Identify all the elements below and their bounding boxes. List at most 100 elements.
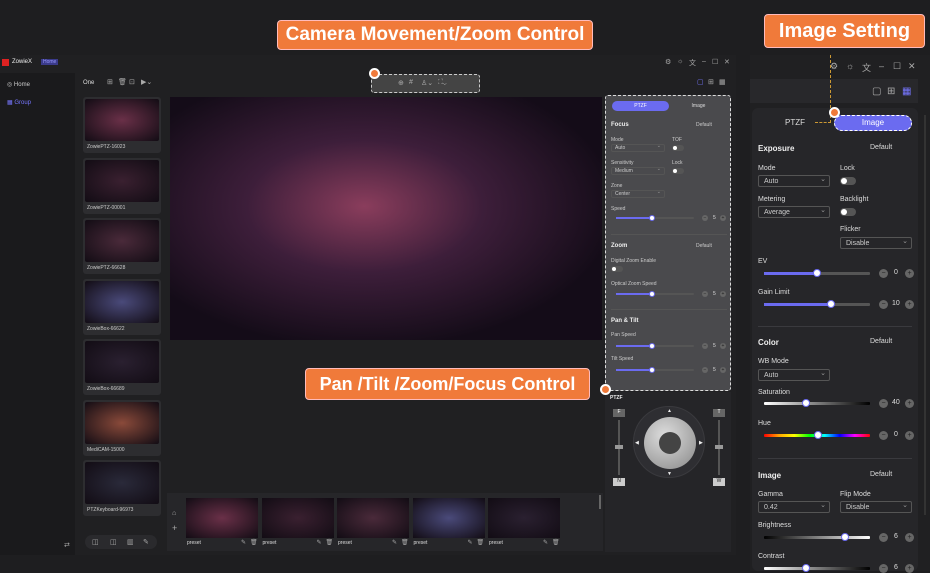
view-select[interactable]: One — [83, 80, 94, 86]
collapse-icon[interactable]: ⇄ — [64, 541, 70, 549]
add-preset-icon[interactable]: + — [172, 523, 177, 533]
brightness-icon[interactable]: ☼ — [677, 58, 683, 65]
layout-nine-icon[interactable]: ▦ — [719, 78, 726, 86]
maximize-icon[interactable]: ☐ — [712, 58, 718, 66]
exposure-mode-select[interactable]: Auto — [758, 174, 830, 187]
zoom-preset[interactable]: Default — [696, 243, 712, 249]
zoom-icon[interactable]: ⊕ — [398, 79, 404, 87]
minus-icon[interactable]: − — [702, 291, 708, 297]
plus-icon[interactable]: + — [905, 300, 914, 309]
wb-mode-select[interactable]: Auto — [758, 368, 830, 381]
backlight-toggle[interactable] — [840, 208, 856, 216]
delete-preset-icon[interactable]: 🗑 — [552, 539, 560, 546]
minimize-icon[interactable]: – — [702, 58, 706, 65]
scrollbar[interactable] — [924, 115, 926, 515]
edit-preset-icon[interactable]: ✎ — [392, 539, 397, 546]
camera-list-item[interactable]: ZowiePTZ-16023 — [83, 97, 161, 153]
layout-two-icon[interactable]: ◫ — [110, 538, 117, 546]
minus-icon[interactable]: − — [702, 367, 708, 373]
saturation-slider[interactable] — [764, 399, 870, 407]
hue-slider[interactable] — [764, 431, 870, 439]
focus-lock-toggle[interactable] — [672, 168, 684, 174]
edit-preset-icon[interactable]: ✎ — [317, 539, 322, 546]
preset-item[interactable]: preset ✎ 🗑 — [186, 498, 258, 548]
arrow-right-icon[interactable]: ▶ — [699, 440, 703, 446]
layout-one-icon[interactable]: ◫ — [92, 538, 99, 546]
focus-far-button[interactable]: F — [613, 409, 625, 417]
live-video[interactable] — [170, 97, 602, 340]
focus-speed-slider[interactable] — [616, 215, 694, 221]
sidebar-item-home[interactable]: ◎ Home — [7, 81, 30, 88]
zoom-wide-button[interactable]: W — [713, 478, 725, 486]
close-icon[interactable]: ✕ — [724, 58, 730, 66]
minus-icon[interactable]: − — [879, 431, 888, 440]
minus-icon[interactable]: − — [879, 300, 888, 309]
camera-list-item[interactable]: ZowieBox-66622 — [83, 278, 161, 335]
minimize-icon[interactable]: – — [879, 61, 884, 71]
tab-image[interactable]: Image — [670, 101, 727, 111]
exposure-preset[interactable]: Default — [870, 144, 892, 151]
plus-icon[interactable]: + — [720, 215, 726, 221]
arrow-left-icon[interactable]: ◀ — [635, 440, 639, 446]
pan-speed-slider[interactable] — [616, 343, 694, 349]
minus-icon[interactable]: − — [702, 215, 708, 221]
digital-zoom-toggle[interactable] — [611, 266, 623, 272]
optical-zoom-slider[interactable] — [616, 291, 694, 297]
ev-slider[interactable] — [764, 269, 870, 277]
focus-slider[interactable] — [615, 420, 623, 475]
preset-item[interactable]: preset ✎ 🗑 — [261, 498, 334, 548]
home-badge[interactable]: Home — [41, 59, 59, 65]
tilt-speed-slider[interactable] — [616, 367, 694, 373]
tab-ptzf[interactable]: PTZF — [612, 101, 669, 111]
edit-icon[interactable]: ⊡ — [129, 78, 135, 86]
delete-preset-icon[interactable]: 🗑 — [477, 539, 485, 546]
home-position-icon[interactable]: ⌂ — [172, 510, 176, 517]
grid-icon[interactable]: # — [409, 79, 413, 86]
zoom-slider[interactable] — [715, 420, 723, 475]
edit-preset-icon[interactable]: ✎ — [543, 539, 548, 546]
add-icon[interactable]: ⊞ — [107, 78, 113, 86]
layout-nine-icon[interactable]: ▦ — [902, 86, 911, 97]
color-preset[interactable]: Default — [870, 338, 892, 345]
layout-single-icon[interactable]: ▢ — [872, 86, 881, 97]
sidebar-item-group[interactable]: ▦ Group — [7, 99, 31, 106]
plus-icon[interactable]: + — [905, 269, 914, 278]
settings-icon[interactable]: ⚙ — [665, 58, 671, 66]
translate-icon[interactable]: 文 — [689, 58, 696, 68]
brightness-icon[interactable]: ☼ — [846, 61, 854, 71]
minus-icon[interactable]: − — [879, 399, 888, 408]
exposure-lock-toggle[interactable] — [840, 177, 856, 185]
layout-quad-icon[interactable]: ⊞ — [887, 86, 895, 97]
tab-image[interactable]: Image — [834, 115, 912, 131]
focus-preset[interactable]: Default — [696, 122, 712, 128]
brightness-slider[interactable] — [764, 533, 870, 541]
maximize-icon[interactable]: ☐ — [893, 61, 901, 72]
arrow-up-icon[interactable]: ▲ — [667, 408, 672, 414]
layout-quad-icon[interactable]: ⊞ — [708, 78, 714, 86]
contrast-slider[interactable] — [764, 564, 870, 572]
play-icon[interactable]: ▶⌄ — [141, 78, 152, 86]
scrollbar[interactable] — [599, 495, 601, 509]
preset-item[interactable]: preset ✎ 🗑 — [337, 498, 409, 548]
camera-list-item[interactable]: MediCAM-15000 — [83, 399, 161, 456]
arrow-down-icon[interactable]: ▼ — [667, 471, 672, 477]
focus-mode-select[interactable]: Auto — [611, 143, 665, 152]
edit-layout-icon[interactable]: ✎ — [143, 538, 149, 546]
flip-mode-select[interactable]: Disable — [840, 500, 912, 513]
translate-icon[interactable]: 文 — [862, 61, 871, 74]
delete-preset-icon[interactable]: 🗑 — [250, 539, 258, 546]
flicker-select[interactable]: Disable — [840, 236, 912, 249]
edit-preset-icon[interactable]: ✎ — [241, 539, 246, 546]
plus-icon[interactable]: + — [905, 564, 914, 573]
gain-limit-slider[interactable] — [764, 300, 870, 308]
layout-three-icon[interactable]: ▥ — [127, 538, 134, 546]
minus-icon[interactable]: − — [879, 564, 888, 573]
close-icon[interactable]: ✕ — [908, 61, 916, 72]
image-preset[interactable]: Default — [870, 471, 892, 478]
minus-icon[interactable]: − — [879, 533, 888, 542]
plus-icon[interactable]: + — [905, 431, 914, 440]
settings-icon[interactable]: ⚙ — [830, 61, 838, 72]
tof-toggle[interactable] — [672, 145, 684, 151]
pan-tilt-joystick[interactable]: ▲ ▼ ◀ ▶ — [633, 406, 705, 478]
camera-list-item[interactable]: PTZKeyboard-96973 — [83, 460, 161, 516]
